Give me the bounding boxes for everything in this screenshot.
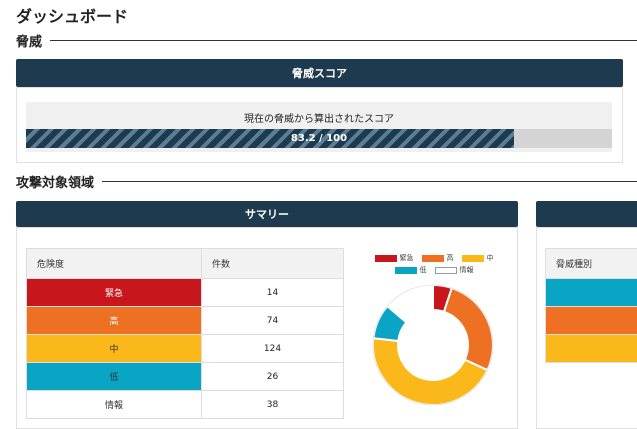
severity-count: 26 — [202, 363, 344, 391]
legend-item: 緊急 — [375, 253, 414, 263]
threat-type-header — [536, 201, 637, 227]
section-divider — [50, 40, 637, 41]
legend-item: 高 — [422, 253, 454, 263]
legend-label: 低 — [420, 265, 427, 275]
threat-score-title: 脅威スコア — [292, 65, 347, 81]
legend-label: 中 — [487, 253, 494, 263]
table-row: 中124 — [27, 335, 344, 363]
threat-score-value: 83.2 / 100 — [26, 129, 612, 148]
column-header-threat-type: 脅威種別 — [546, 249, 637, 279]
legend-label: 情報 — [460, 265, 474, 275]
table-row — [546, 279, 637, 307]
section-attack-surface-label: 攻撃対象領域 — [16, 172, 94, 191]
legend-swatch — [462, 255, 484, 262]
severity-level: 高 — [27, 307, 202, 335]
table-row: 情報38 — [27, 391, 344, 419]
severity-count: 14 — [202, 279, 344, 307]
legend-item: 中 — [462, 253, 494, 263]
section-threat-label: 脅威 — [16, 31, 42, 50]
threat-score-header: 脅威スコア — [16, 59, 623, 87]
threat-score-box: 現在の脅威から算出されたスコア 83.2 / 100 — [26, 102, 612, 152]
severity-level: 中 — [27, 335, 202, 363]
table-row: 低26 — [27, 363, 344, 391]
chart-legend: 緊急 高 中 低 情報 — [364, 252, 504, 276]
legend-swatch — [395, 267, 417, 274]
severity-count: 74 — [202, 307, 344, 335]
severity-level: 低 — [27, 363, 202, 391]
donut-slice — [444, 288, 493, 370]
threat-type-cell — [546, 335, 637, 363]
severity-count: 38 — [202, 391, 344, 419]
legend-item: 低 — [395, 265, 427, 275]
page-title: ダッシュボード — [16, 3, 128, 27]
table-row: 高74 — [27, 307, 344, 335]
severity-level: 情報 — [27, 391, 202, 419]
table-row — [546, 307, 637, 335]
legend-swatch — [435, 267, 457, 274]
threat-type-cell — [546, 307, 637, 335]
legend-swatch — [422, 255, 444, 262]
legend-label: 高 — [447, 253, 454, 263]
severity-table: 危険度 件数 緊急14高74中124低26情報38 — [26, 248, 344, 419]
table-row: 緊急14 — [27, 279, 344, 307]
legend-label: 緊急 — [400, 253, 414, 263]
section-threat: 脅威 — [16, 31, 637, 49]
section-divider — [102, 181, 637, 182]
column-header-severity: 危険度 — [27, 249, 202, 279]
threat-type-cell — [546, 279, 637, 307]
threat-score-caption: 現在の脅威から算出されたスコア — [26, 110, 612, 125]
severity-donut-chart — [370, 282, 496, 408]
severity-level: 緊急 — [27, 279, 202, 307]
severity-count: 124 — [202, 335, 344, 363]
column-header-count: 件数 — [202, 249, 344, 279]
threat-type-table: 脅威種別 — [545, 248, 637, 363]
legend-item: 情報 — [435, 265, 474, 275]
table-row — [546, 335, 637, 363]
summary-title: サマリー — [245, 206, 289, 222]
legend-swatch — [375, 255, 397, 262]
threat-score-bar: 83.2 / 100 — [26, 129, 612, 148]
summary-header: サマリー — [16, 201, 518, 227]
section-attack-surface: 攻撃対象領域 — [16, 172, 637, 190]
